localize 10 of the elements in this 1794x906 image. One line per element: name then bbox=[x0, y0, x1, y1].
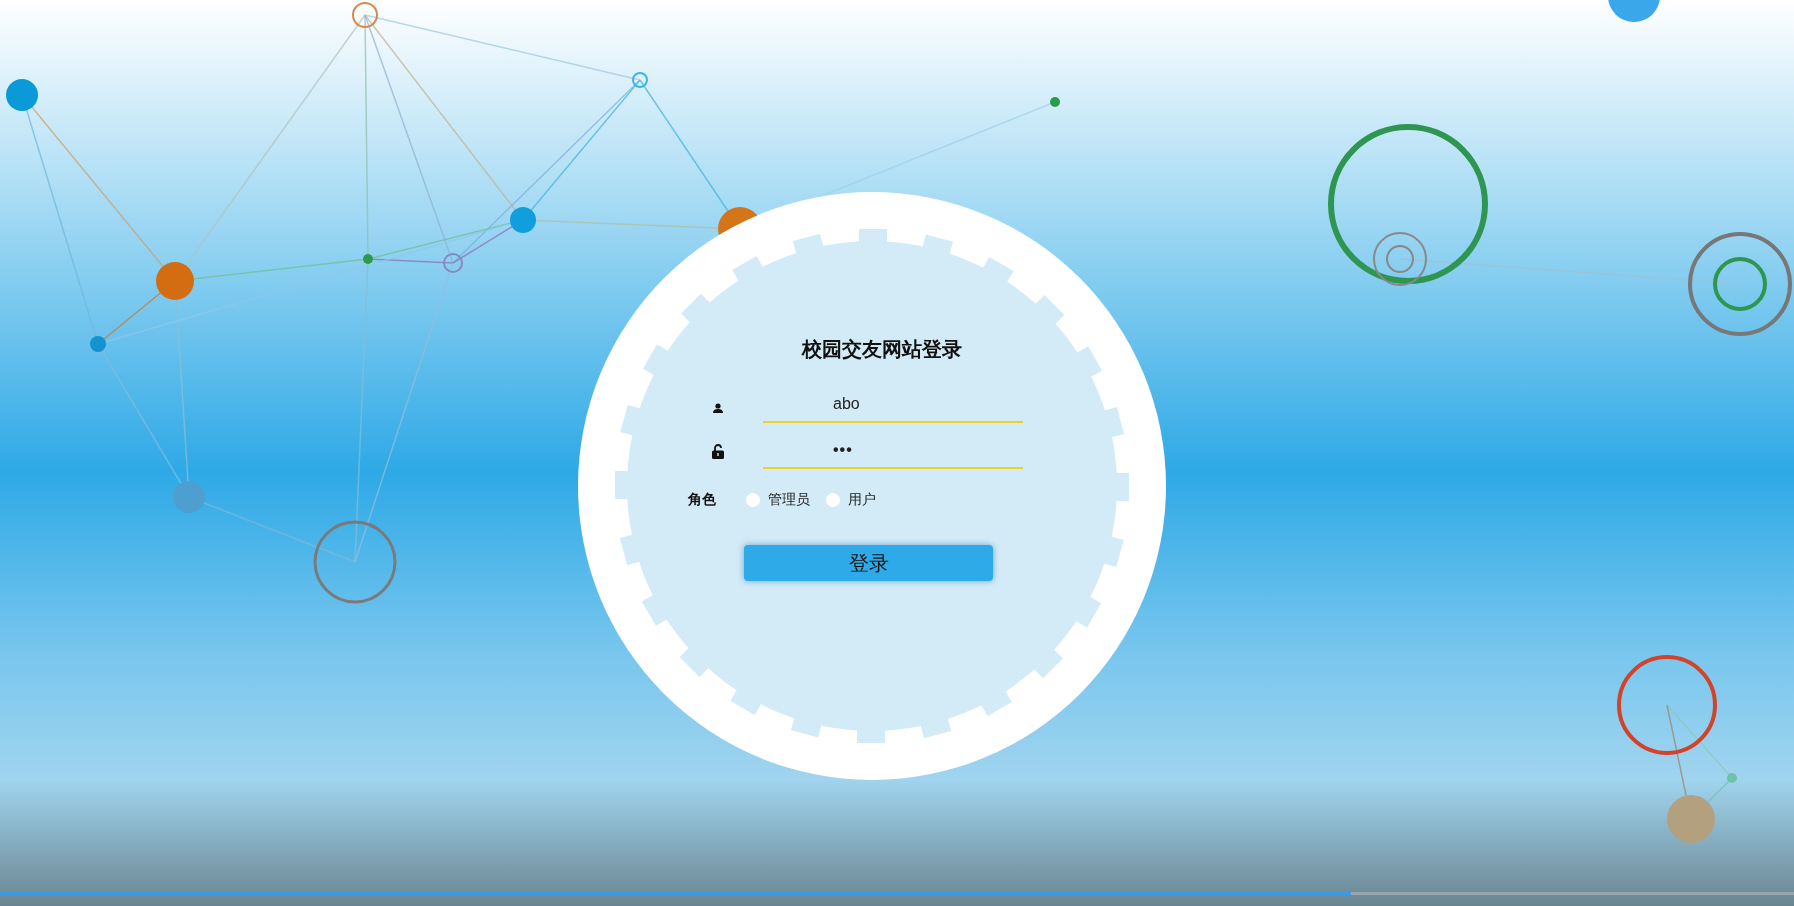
user-icon bbox=[712, 403, 723, 413]
progress-fill[interactable] bbox=[0, 892, 1351, 895]
radio-label: 用户 bbox=[848, 491, 876, 509]
role-label: 角色 bbox=[688, 491, 716, 509]
password-field[interactable]: ••• bbox=[763, 441, 1023, 469]
lock-icon bbox=[711, 444, 724, 459]
username-field[interactable]: abo bbox=[763, 395, 1023, 423]
login-title: 校园交友网站登录 bbox=[800, 337, 963, 362]
login-button[interactable]: 登录 bbox=[744, 545, 993, 581]
radio-label: 管理员 bbox=[768, 491, 810, 509]
